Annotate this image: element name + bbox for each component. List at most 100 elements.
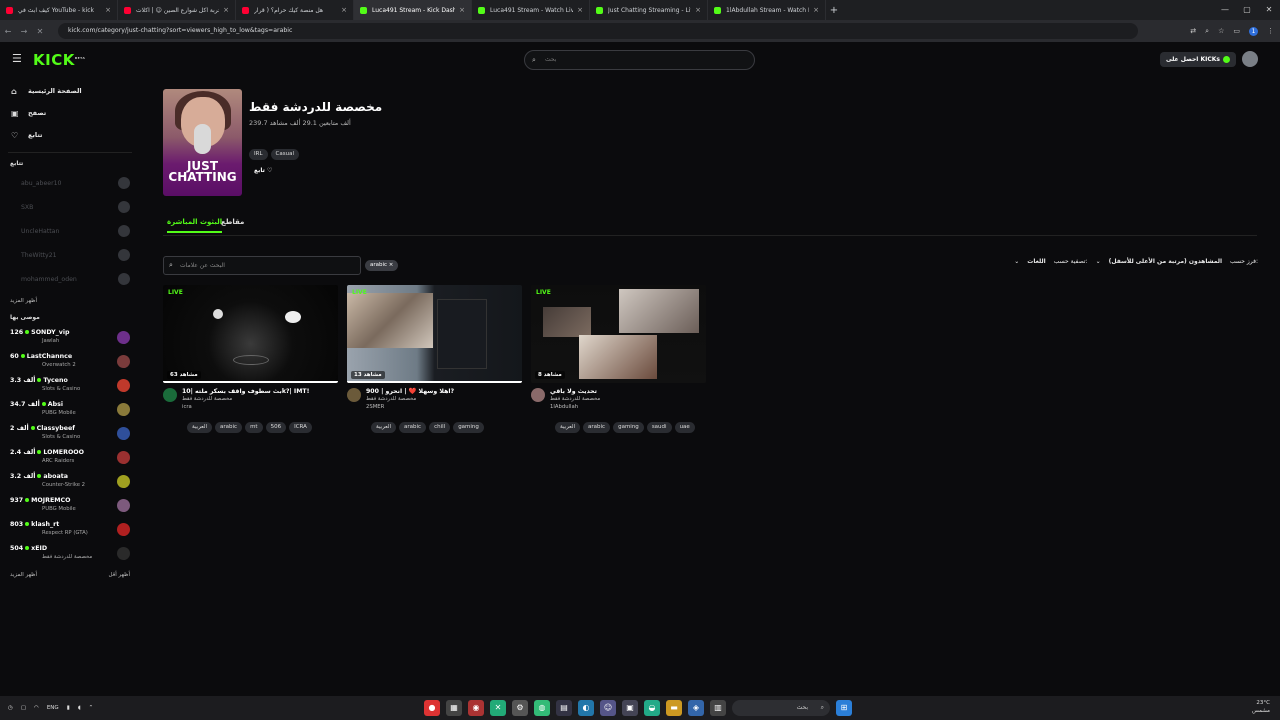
steam-icon[interactable]: ◐ [578,700,594,716]
close-icon[interactable]: × [459,6,465,14]
sidebar-nav-item[interactable]: ⌂ الصفحة الرئيسية [0,80,140,102]
close-icon[interactable]: × [341,6,347,14]
category-tag[interactable]: IRL [249,149,268,160]
stream-title[interactable]: تحديث ولا باقي [550,388,600,396]
hamburger-menu-icon[interactable]: ☰ [12,53,22,64]
stream-tag[interactable]: arabic [215,422,243,433]
start-windows-icon[interactable]: ⊞ [836,700,852,716]
show-more-link[interactable]: أظهر المزيد [0,291,140,311]
sidebar-nav-item[interactable]: ♡ تتابع [0,124,140,146]
tab-live-streams[interactable]: البثوث المباشرة [167,218,223,233]
chevron-up-icon[interactable]: ⌃ [89,705,94,711]
menu-kebab-icon[interactable]: ⋮ [1267,27,1274,35]
avatar[interactable] [347,388,361,402]
recommended-channel[interactable]: 803 klash_rt Respect RP (GTA) [0,517,140,541]
recommended-channel[interactable]: 504 xEID مخصصة للدردشة فقط [0,541,140,565]
stream-tag[interactable]: العربية [371,422,397,433]
recommended-channel[interactable]: 3.2 ألف aboata Counter-Strike 2 [0,469,140,493]
language-indicator[interactable]: ENG [47,705,59,711]
close-icon[interactable]: × [223,6,229,14]
stream-category[interactable]: مخصصة للدردشة فقط [366,396,454,403]
streamer-name[interactable]: 1lAbdullah [550,403,600,411]
discord-icon[interactable]: ☺ [600,700,616,716]
stream-tag[interactable]: 506 [265,422,287,433]
stream-tag[interactable]: العربية [187,422,213,433]
stream-title[interactable]: بث سطوف واقف بسكر ملته |10k?| IMT! [182,388,309,396]
stream-title[interactable]: اهلا وسهلا ❤️ | انحرو | 900? [366,388,454,396]
recommended-channel[interactable]: 126 SONDY_vip Jawlah [0,325,140,349]
stream-tag[interactable]: ICRA [289,422,312,433]
stream-thumbnail[interactable]: LIVE 8 مشاهد [531,285,706,383]
back-icon[interactable]: ← [0,27,16,36]
avatar[interactable] [531,388,545,402]
wifi-icon[interactable]: ◠ [34,705,39,711]
browser-tab[interactable]: تجربة اكل شوارع الصين ☺ | اكلات × [118,0,236,20]
show-more-link[interactable]: أظهر المزيد [10,565,37,585]
category-tag[interactable]: Casual [270,149,299,160]
folder-icon[interactable]: ▬ [666,700,682,716]
chevron-down-icon[interactable]: ⌄ [1096,258,1101,265]
recommended-channel[interactable]: 3.3 ألف Tyceno Slots & Casino [0,373,140,397]
stream-card[interactable]: LIVE 13 مشاهد اهلا وسهلا ❤️ | انحرو | 900… [347,285,522,433]
show-less-link[interactable]: أظهر أقل [108,565,130,585]
translate-icon[interactable]: ⇄ [1190,27,1196,35]
close-icon[interactable]: × [105,6,111,14]
forward-icon[interactable]: → [16,27,32,36]
close-icon[interactable]: × [813,6,819,14]
store-icon[interactable]: ▣ [622,700,638,716]
close-window-icon[interactable]: ✕ [1258,0,1280,20]
taskbar-search[interactable]: بحث ⌕ [732,700,830,716]
stream-category[interactable]: مخصصة للدردشة فقط [550,396,600,403]
stream-card[interactable]: LIVE 63 مشاهد بث سطوف واقف بسكر ملته |10k… [163,285,338,433]
sort-dropdown[interactable]: المشاهدون (مرتبة من الأعلى للأسفل) [1109,258,1222,265]
tag-search-input[interactable]: ⌕ البحث عن علامات [163,256,361,275]
stream-tag[interactable]: gaming [613,422,644,433]
stream-tag[interactable]: mt [245,422,263,433]
app-icon[interactable]: ▦ [446,700,462,716]
stream-tag[interactable]: العربية [555,422,581,433]
recommended-channel[interactable]: 2 ألف Classybeef Slots & Casino [0,421,140,445]
stream-tag[interactable]: gaming [453,422,484,433]
streamer-name[interactable]: icra [182,403,309,411]
following-channel[interactable]: TheWitty21 [0,243,140,267]
following-channel[interactable]: SXB [0,195,140,219]
browser-tab[interactable]: كيف ابث في YouTube - kick × [0,0,118,20]
follow-button[interactable]: تابع ♡ [249,164,277,178]
url-field[interactable]: kick.com/category/just-chatting?sort=vie… [58,23,1138,39]
browser-tab[interactable]: Luca491 Stream - Watch Live o× [472,0,590,20]
profile-avatar[interactable]: 1 [1249,26,1258,36]
stream-card[interactable]: LIVE 8 مشاهد تحديث ولا باقي مخصصة للدردشة … [531,285,706,433]
zoom-icon[interactable]: ⌕ [1205,27,1209,36]
following-channel[interactable]: mohammed_oden [0,267,140,291]
close-icon[interactable]: × [577,6,583,14]
recommended-channel[interactable]: 2.4 ألف LOMEROOO ARC Raiders [0,445,140,469]
reload-icon[interactable]: ✕ [32,27,48,36]
maximize-icon[interactable]: ▢ [1236,0,1258,20]
recommended-channel[interactable]: 937 MOJREMCO PUBG Mobile [0,493,140,517]
stream-tag[interactable]: arabic [399,422,427,433]
settings-gear-icon[interactable]: ⚙ [512,700,528,716]
browser-tab[interactable]: Just Chatting Streaming - Live S× [590,0,708,20]
active-tag-chip[interactable]: arabic × [365,260,399,271]
chevron-down-icon[interactable]: ⌄ [1014,258,1019,265]
following-channel[interactable]: UncleHattan [0,219,140,243]
browser-tab[interactable]: 1lAbdullah Stream - Watch Liv × [708,0,826,20]
minimize-icon[interactable]: — [1214,0,1236,20]
browser-tab[interactable]: هل منصة كيك حرام؟ ( قرار × [236,0,354,20]
search-input[interactable]: ⌕ بحث [524,50,755,70]
language-filter-dropdown[interactable]: اللغات [1027,258,1045,265]
app-icon[interactable]: ▥ [710,700,726,716]
browser-tab[interactable]: Luca491 Stream - Kick Dash × [354,0,472,20]
app-icon[interactable]: ✕ [490,700,506,716]
extensions-icon[interactable]: ▭ [1233,27,1240,35]
app-icon[interactable]: ◉ [468,700,484,716]
volume-icon[interactable]: ◖ [78,705,81,711]
app-icon[interactable]: ◈ [688,700,704,716]
close-icon[interactable]: × [695,6,701,14]
app-icon[interactable]: ▤ [556,700,572,716]
stream-tag[interactable]: arabic [583,422,611,433]
user-avatar[interactable] [1242,51,1258,67]
recommended-channel[interactable]: 60 LastChannce Overwatch 2 [0,349,140,373]
notification-icon[interactable]: ▢ [21,705,26,711]
stream-tag[interactable]: saudi [646,422,672,433]
